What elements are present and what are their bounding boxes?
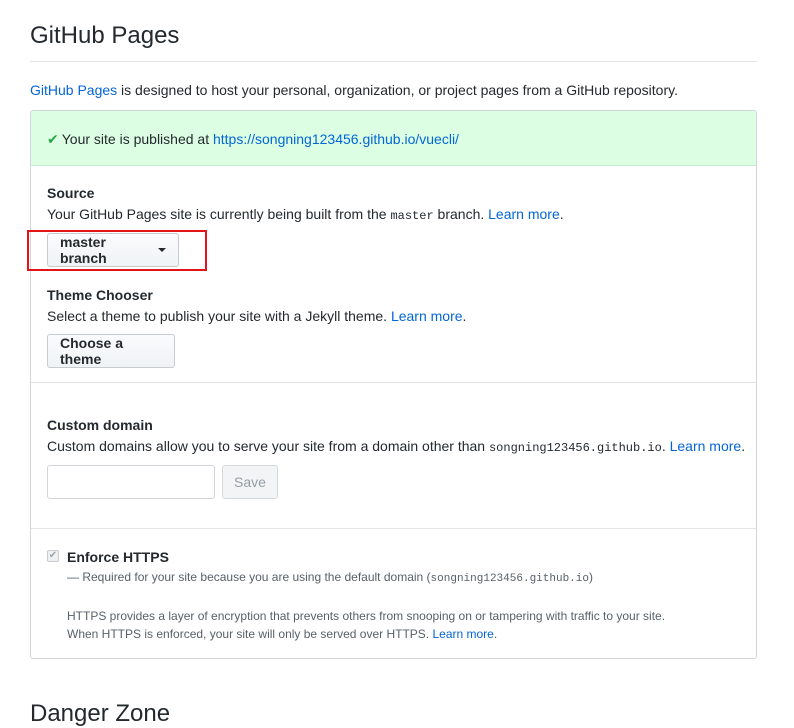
https-info-line-2: When HTTPS is enforced, your site will o… xyxy=(67,627,497,641)
title-divider xyxy=(30,61,757,62)
published-status-banner: ✔ Your site is published at https://songn… xyxy=(31,111,756,166)
source-desc-after: branch. xyxy=(433,206,489,222)
https-learn-more-link[interactable]: Learn more xyxy=(432,627,493,641)
source-label: Source xyxy=(47,185,95,201)
source-description: Your GitHub Pages site is currently bein… xyxy=(47,206,564,223)
theme-chooser-description: Select a theme to publish your site with… xyxy=(47,308,466,324)
https-period: . xyxy=(493,627,498,641)
next-section-heading: Danger Zone xyxy=(30,700,171,727)
enforce-https-note: — Required for your site because you are… xyxy=(67,570,593,585)
source-desc-before: Your GitHub Pages site is currently bein… xyxy=(47,206,391,222)
custom-domain-label: Custom domain xyxy=(47,417,153,433)
theme-desc-text: Select a theme to publish your site with… xyxy=(47,308,391,324)
annotation-highlight-box xyxy=(27,230,207,271)
custom-domain-default-code: songning123456.github.io xyxy=(488,441,662,455)
choose-theme-button[interactable]: Choose a theme xyxy=(47,334,175,368)
checkmark-icon: ✔ xyxy=(48,550,58,561)
custom-domain-input[interactable] xyxy=(47,465,215,499)
https-info-line-1: HTTPS provides a layer of encryption tha… xyxy=(67,609,666,623)
https-note-after: ) xyxy=(588,570,593,584)
section-divider xyxy=(31,528,756,529)
theme-chooser-label: Theme Chooser xyxy=(47,287,153,303)
save-domain-label: Save xyxy=(234,474,266,490)
published-site-url[interactable]: https://songning123456.github.io/vuecli/ xyxy=(213,131,459,147)
enforce-https-label: Enforce HTTPS xyxy=(67,549,169,565)
intro-text: GitHub Pages is designed to host your pe… xyxy=(30,82,678,98)
enforce-https-checkbox[interactable]: ✔ xyxy=(47,550,59,562)
https-info-line-2-text: When HTTPS is enforced, your site will o… xyxy=(67,627,433,641)
save-domain-button[interactable]: Save xyxy=(222,465,278,499)
page-title: GitHub Pages xyxy=(30,22,180,49)
https-note-domain-code: songning123456.github.io xyxy=(430,573,589,585)
pages-settings-box: ✔ Your site is published at https://songn… xyxy=(30,110,757,659)
theme-period: . xyxy=(462,308,467,324)
https-note-before: — Required for your site because you are… xyxy=(67,570,431,584)
published-label: Your site is published at xyxy=(61,131,213,147)
custom-domain-period-space: . xyxy=(661,438,670,454)
source-branch-code: master xyxy=(390,209,434,223)
source-learn-more-link[interactable]: Learn more xyxy=(488,206,560,222)
github-pages-link[interactable]: GitHub Pages xyxy=(30,82,117,98)
intro-description: is designed to host your personal, organ… xyxy=(117,82,678,98)
check-icon: ✔ xyxy=(47,131,59,147)
custom-domain-period: . xyxy=(741,438,746,454)
custom-domain-desc-text: Custom domains allow you to serve your s… xyxy=(47,438,489,454)
section-divider xyxy=(31,382,756,383)
choose-theme-label: Choose a theme xyxy=(60,335,124,367)
custom-domain-description: Custom domains allow you to serve your s… xyxy=(47,438,745,455)
custom-domain-learn-more-link[interactable]: Learn more xyxy=(670,438,742,454)
published-status-text: ✔ Your site is published at https://songn… xyxy=(47,131,459,148)
theme-learn-more-link[interactable]: Learn more xyxy=(391,308,463,324)
source-period: . xyxy=(559,206,564,222)
